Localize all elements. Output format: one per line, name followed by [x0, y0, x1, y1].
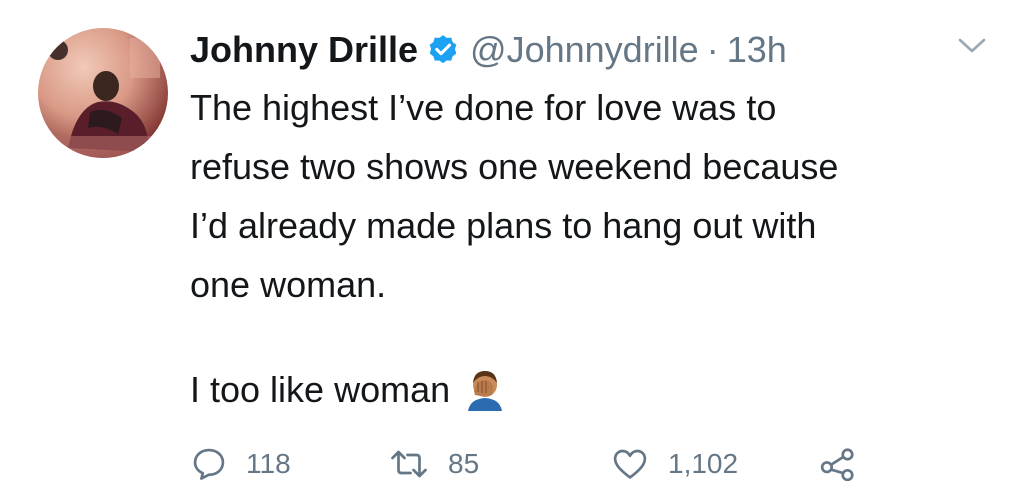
- retweet-icon: [388, 445, 430, 483]
- timestamp[interactable]: 13h: [727, 29, 787, 71]
- face-palm-emoji: [462, 367, 508, 413]
- share-icon: [818, 445, 858, 483]
- like-button[interactable]: 1,102: [610, 440, 738, 488]
- avatar[interactable]: [38, 28, 168, 158]
- reply-count: 118: [246, 448, 291, 479]
- chevron-down-icon[interactable]: [955, 34, 989, 58]
- reply-icon: [190, 445, 228, 483]
- tweet-header: Johnny Drille @Johnnydrille · 13h: [190, 22, 787, 78]
- tweet-text-closing: I too like woman: [190, 369, 451, 410]
- separator-dot: ·: [706, 29, 719, 70]
- retweet-button[interactable]: 85: [388, 440, 479, 488]
- like-count: 1,102: [668, 448, 739, 479]
- author-handle[interactable]: @Johnnydrille: [470, 29, 699, 71]
- reply-button[interactable]: 118: [190, 440, 291, 488]
- share-button[interactable]: [818, 440, 858, 488]
- tweet-text-line: I too like woman: [190, 360, 508, 419]
- verified-badge-icon: [426, 33, 460, 67]
- author-name[interactable]: Johnny Drille: [190, 29, 418, 71]
- heart-icon: [610, 445, 650, 483]
- tweet-card[interactable]: Johnny Drille @Johnnydrille · 13h The hi…: [0, 0, 1024, 498]
- tweet-actions: 118 85 1,102: [190, 440, 890, 488]
- retweet-count: 85: [448, 448, 480, 479]
- tweet-text: The highest I’ve done for love was to re…: [190, 87, 839, 305]
